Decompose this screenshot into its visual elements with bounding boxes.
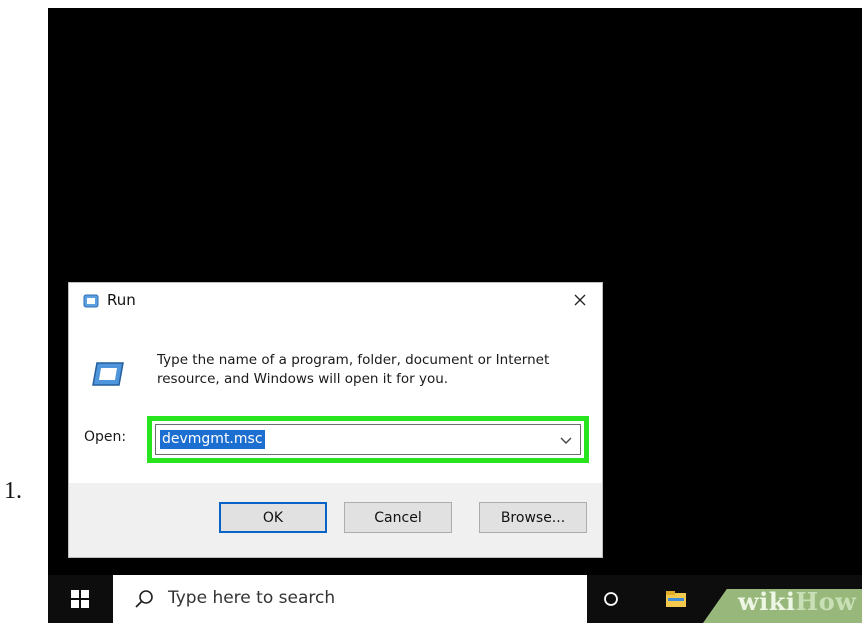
dialog-description: Type the name of a program, folder, docu… — [157, 352, 550, 387]
close-button[interactable] — [558, 283, 602, 317]
chevron-down-icon[interactable] — [560, 435, 572, 445]
open-input[interactable]: devmgmt.msc — [155, 424, 581, 455]
taskbar: Type here to search wikiHow — [48, 575, 862, 623]
cancel-button[interactable]: Cancel — [344, 502, 452, 533]
windows-start-icon — [71, 590, 89, 608]
start-button[interactable] — [48, 575, 112, 623]
browse-button[interactable]: Browse... — [479, 502, 587, 533]
watermark-logo: wikiHow — [738, 587, 857, 616]
task-view-icon — [604, 592, 618, 606]
desktop-screen: Run Type the name of a program, folder, … — [48, 8, 862, 623]
run-icon — [83, 294, 99, 308]
dialog-titlebar[interactable]: Run — [69, 283, 602, 319]
run-program-icon — [92, 362, 124, 386]
open-input-value[interactable]: devmgmt.msc — [160, 430, 265, 449]
run-dialog: Run Type the name of a program, folder, … — [68, 282, 603, 558]
open-label: Open: — [84, 429, 127, 445]
close-icon — [574, 294, 586, 306]
step-number: 1. — [4, 478, 22, 504]
search-placeholder: Type here to search — [168, 588, 336, 608]
taskbar-search[interactable]: Type here to search — [113, 575, 587, 623]
task-view-button[interactable] — [588, 575, 634, 623]
search-icon — [135, 590, 153, 608]
file-explorer-icon[interactable] — [666, 591, 686, 607]
ok-button[interactable]: OK — [219, 502, 327, 533]
dialog-title: Run — [107, 291, 136, 309]
